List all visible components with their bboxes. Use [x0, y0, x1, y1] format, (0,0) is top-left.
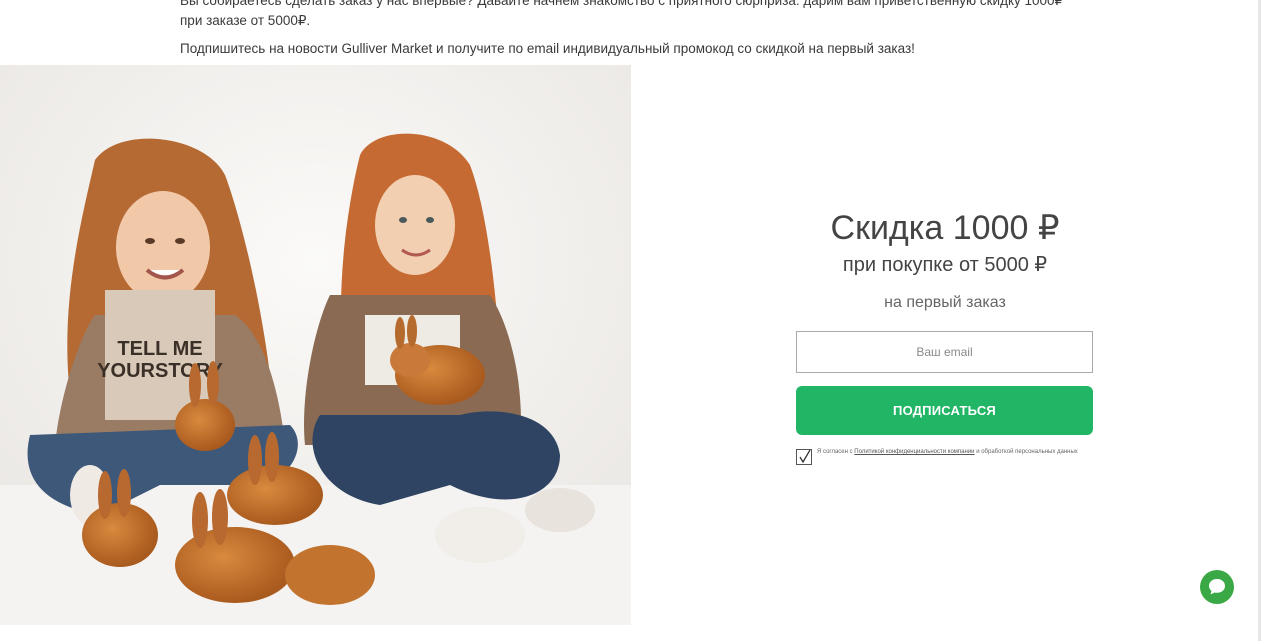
consent-prefix: Я согласен с — [817, 449, 855, 455]
intro-text: Вы собираетесь сделать заказ у нас вперв… — [180, 0, 1080, 59]
check-icon — [799, 450, 811, 464]
chat-button[interactable] — [1200, 570, 1234, 604]
page: Вы собираетесь сделать заказ у нас вперв… — [0, 0, 1261, 641]
consent-row: Я согласен с Политикой конфиденциальност… — [796, 449, 1095, 465]
chat-icon — [1209, 579, 1225, 595]
consent-checkbox[interactable] — [796, 449, 812, 465]
intro-subscribe-paragraph: Подпишитесь на новости Gulliver Market и… — [180, 41, 915, 56]
intro-paragraph: Вы собираетесь сделать заказ у нас вперв… — [180, 0, 1064, 28]
promo-photo: TELL ME YOURSTORY — [0, 65, 631, 625]
promo-subtitle: при покупке от 5000 ₽ — [842, 254, 1048, 276]
privacy-policy-link[interactable]: Политикой конфиденциальности компании — [854, 449, 974, 455]
shirt-text-line2: YOURSTORY — [97, 360, 223, 382]
subscribe-button[interactable]: ПОДПИСАТЬСЯ — [796, 386, 1093, 435]
consent-text: Я согласен с Политикой конфиденциальност… — [817, 449, 1087, 456]
promo-title: Скидка 1000 ₽ — [830, 209, 1060, 247]
shirt-text-line1: TELL ME — [117, 338, 202, 360]
promo-note: на первый заказ — [884, 294, 1006, 311]
consent-suffix: и обработкой персональных данных — [974, 449, 1078, 455]
promo-panel: Скидка 1000 ₽ при покупке от 5000 ₽ на п… — [795, 205, 1095, 465]
email-input[interactable] — [796, 331, 1093, 373]
